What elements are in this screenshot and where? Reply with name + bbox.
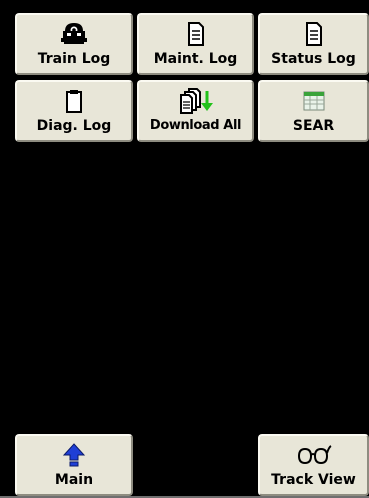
locomotive-icon — [17, 19, 131, 49]
maint-log-button[interactable]: Maint. Log — [137, 13, 254, 75]
diag-log-label: Diag. Log — [36, 118, 112, 134]
download-all-button[interactable]: Download All — [137, 80, 254, 142]
main-label: Main — [54, 472, 94, 488]
download-all-label: Download All — [149, 118, 242, 133]
document-icon — [260, 19, 367, 49]
app-screen: Train Log Maint. Log Status Log Diag. Lo… — [0, 0, 369, 498]
train-log-button[interactable]: Train Log — [15, 13, 133, 75]
eyeglasses-icon — [260, 440, 367, 470]
sear-button[interactable]: SEAR — [258, 80, 369, 142]
status-log-button[interactable]: Status Log — [258, 13, 369, 75]
download-documents-icon — [139, 86, 252, 116]
sear-label: SEAR — [292, 118, 335, 134]
clipboard-icon — [17, 86, 131, 116]
track-view-label: Track View — [271, 472, 356, 488]
document-icon — [139, 19, 252, 49]
maint-log-label: Maint. Log — [153, 51, 238, 67]
track-view-button[interactable]: Track View — [258, 434, 369, 496]
up-arrow-icon — [17, 440, 131, 470]
spreadsheet-icon — [260, 86, 367, 116]
train-log-label: Train Log — [37, 51, 111, 67]
diag-log-button[interactable]: Diag. Log — [15, 80, 133, 142]
status-log-label: Status Log — [271, 51, 356, 67]
main-button[interactable]: Main — [15, 434, 133, 496]
